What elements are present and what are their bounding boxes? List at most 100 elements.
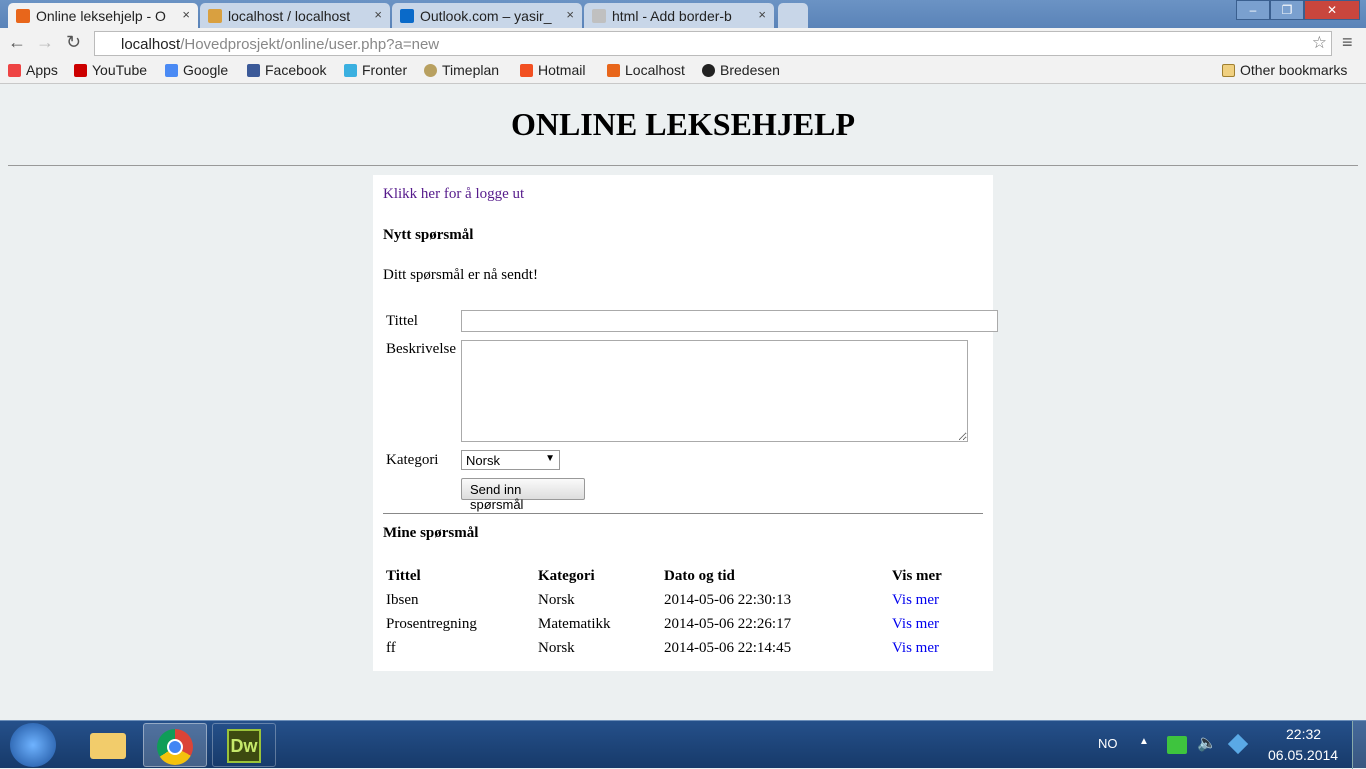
title-input[interactable] [461, 310, 998, 332]
tab-label: Outlook.com – yasir_ [420, 8, 552, 24]
chrome-taskbar-button[interactable] [143, 723, 207, 767]
category-select[interactable]: Norsk ▼ [461, 450, 560, 470]
restore-button[interactable]: ❐ [1270, 0, 1304, 20]
other-bookmarks[interactable]: Other bookmarks [1222, 62, 1347, 78]
close-window-button[interactable]: ✕ [1304, 0, 1360, 20]
close-tab-icon[interactable]: × [374, 7, 382, 22]
cell-datetime: 2014-05-06 22:30:13 [664, 592, 792, 608]
category-value: Norsk [466, 453, 500, 468]
page-title: ONLINE LEKSEHJELP [510, 106, 856, 142]
bookmark-localhost[interactable]: Localhost [607, 62, 685, 78]
new-tab-button[interactable] [778, 3, 808, 28]
column-header: Dato og tid [664, 568, 735, 584]
folder-icon [1222, 64, 1235, 77]
chrome-icon [157, 729, 193, 765]
bookmark-bredesen[interactable]: Bredesen [702, 62, 780, 78]
reload-icon[interactable]: ↻ [66, 32, 81, 53]
windows-taskbar: Dw NO ▲ 🔈 22:32 06.05.2014 [0, 720, 1366, 769]
dropdown-arrow-icon: ▼ [545, 453, 555, 464]
bookmark-label: YouTube [92, 62, 148, 78]
volume-icon[interactable]: 🔈 [1197, 733, 1217, 753]
view-more-link[interactable]: Vis mer [892, 616, 939, 633]
cell-category: Norsk [538, 592, 575, 608]
tab-outlook[interactable]: Outlook.com – yasir_ × [392, 3, 582, 28]
forward-icon[interactable]: → [36, 32, 54, 53]
view-more-link[interactable]: Vis mer [892, 592, 939, 609]
my-questions-heading: Mine spørsmål [383, 525, 479, 541]
menu-icon[interactable]: ≡ [1342, 32, 1353, 53]
tab-label: html - Add border-b [612, 8, 732, 24]
browser-toolbar: ← → ↻ localhost/Hovedprosjekt/online/use… [0, 28, 1366, 58]
bookmark-hotmail[interactable]: Hotmail [520, 62, 585, 78]
star-icon[interactable]: ☆ [1312, 33, 1327, 53]
submit-question-button[interactable]: Send inn spørsmål [461, 478, 585, 512]
bredesen-icon [702, 64, 715, 77]
new-question-heading: Nytt spørsmål [383, 227, 474, 243]
show-hidden-icons[interactable]: ▲ [1139, 736, 1149, 747]
bookmark-youtube[interactable]: YouTube [74, 62, 147, 78]
clock-date[interactable]: 06.05.2014 [1268, 747, 1338, 763]
tab-label: localhost / localhost [228, 8, 351, 24]
close-tab-icon[interactable]: × [758, 7, 766, 22]
bookmark-timeplan[interactable]: Timeplan [424, 62, 499, 78]
clock-icon [424, 64, 437, 77]
fronter-icon [344, 64, 357, 77]
apps-icon [8, 64, 21, 77]
outlook-icon [400, 9, 414, 23]
network-sync-icon[interactable] [1167, 736, 1187, 754]
show-desktop-button[interactable] [1352, 721, 1366, 769]
explorer-taskbar-button[interactable] [76, 723, 140, 767]
divider [383, 513, 983, 514]
bookmark-label: Apps [26, 62, 58, 78]
language-indicator[interactable]: NO [1098, 736, 1118, 751]
logout-link[interactable]: Klikk her for å logge ut [383, 186, 524, 203]
dreamweaver-icon: Dw [227, 729, 261, 763]
facebook-icon [247, 64, 260, 77]
divider [8, 165, 1358, 166]
cell-title: ff [386, 640, 396, 656]
cell-datetime: 2014-05-06 22:14:45 [664, 640, 792, 656]
browser-tab-strip: Online leksehjelp - O × localhost / local… [0, 0, 1366, 28]
column-header: Kategori [538, 568, 595, 584]
youtube-icon [74, 64, 87, 77]
bookmark-google[interactable]: Google [165, 62, 228, 78]
cell-title: Prosentregning [386, 616, 477, 632]
bookmark-label: Timeplan [442, 62, 500, 78]
bookmark-facebook[interactable]: Facebook [247, 62, 326, 78]
clock-time[interactable]: 22:32 [1286, 726, 1321, 742]
tab-stackoverflow[interactable]: html - Add border-b × [584, 3, 774, 28]
bookmark-label: Google [183, 62, 229, 78]
description-textarea[interactable] [461, 340, 968, 442]
dropbox-icon[interactable] [1227, 733, 1249, 755]
dreamweaver-taskbar-button[interactable]: Dw [212, 723, 276, 767]
bookmark-label: Hotmail [538, 62, 586, 78]
bookmark-label: Bredesen [720, 62, 780, 78]
bookmark-label: Other bookmarks [1240, 62, 1348, 78]
tab-phpmyadmin[interactable]: localhost / localhost × [200, 3, 390, 28]
google-icon [165, 64, 178, 77]
column-header: Tittel [386, 568, 421, 584]
xampp-icon [16, 9, 30, 23]
close-tab-icon[interactable]: × [566, 7, 574, 22]
description-label: Beskrivelse [386, 341, 456, 357]
view-more-link[interactable]: Vis mer [892, 640, 939, 657]
close-tab-icon[interactable]: × [182, 7, 190, 22]
sent-message: Ditt spørsmål er nå sendt! [383, 267, 538, 283]
cell-category: Matematikk [538, 616, 611, 632]
tab-online-leksehjelp[interactable]: Online leksehjelp - O × [8, 3, 198, 28]
back-icon[interactable]: ← [8, 32, 26, 53]
address-bar[interactable]: localhost/Hovedprosjekt/online/user.php?… [94, 31, 1332, 56]
windows-icon [520, 64, 533, 77]
content-panel: Klikk her for å logge ut Nytt spørsmål D… [373, 175, 998, 671]
minimize-button[interactable]: – [1236, 0, 1270, 20]
tab-label: Online leksehjelp - O [36, 8, 166, 24]
start-button[interactable] [10, 723, 56, 767]
bookmark-apps[interactable]: Apps [8, 62, 58, 78]
cell-datetime: 2014-05-06 22:26:17 [664, 616, 792, 632]
bookmark-label: Fronter [362, 62, 408, 78]
url-path: /Hovedprosjekt/online/user.php?a=new [180, 36, 440, 53]
bookmark-fronter[interactable]: Fronter [344, 62, 407, 78]
title-label: Tittel [386, 313, 418, 329]
bookmark-label: Facebook [265, 62, 327, 78]
category-label: Kategori [386, 452, 439, 468]
